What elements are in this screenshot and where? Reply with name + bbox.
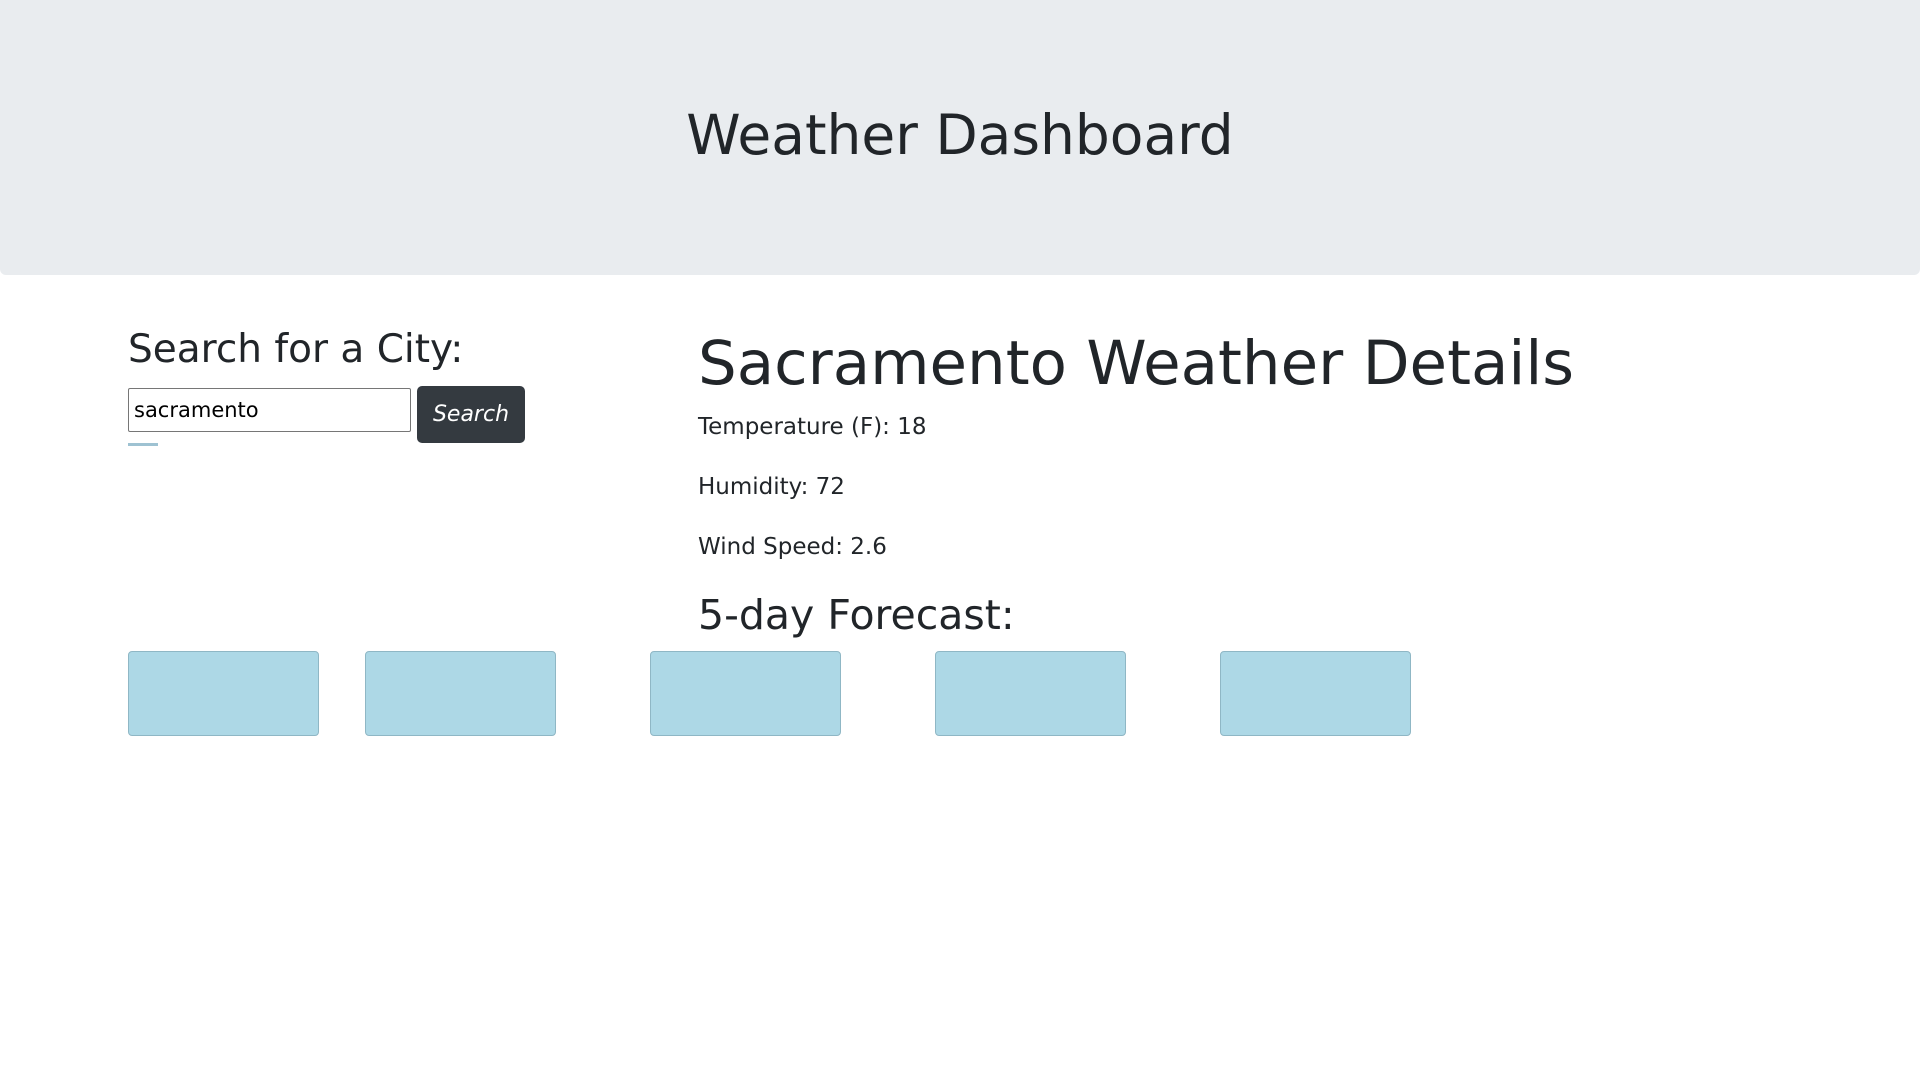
- wind-speed-text: Wind Speed: 2.6: [698, 534, 887, 560]
- search-heading: Search for a City:: [128, 327, 464, 372]
- forecast-heading: 5-day Forecast:: [698, 591, 1015, 639]
- city-search-input[interactable]: [128, 388, 411, 432]
- weather-details-title: Sacramento Weather Details: [698, 328, 1575, 399]
- forecast-card-day-1: [128, 651, 319, 736]
- page-title: Weather Dashboard: [686, 103, 1234, 167]
- forecast-card-day-5: [1220, 651, 1411, 736]
- header-banner: Weather Dashboard: [0, 0, 1920, 275]
- search-history-indicator: [128, 443, 158, 446]
- weather-dashboard-page: Weather Dashboard Search for a City: Sea…: [0, 0, 1920, 1080]
- forecast-card-day-3: [650, 651, 841, 736]
- search-button[interactable]: Search: [417, 386, 525, 443]
- forecast-card-day-2: [365, 651, 556, 736]
- humidity-text: Humidity: 72: [698, 474, 845, 500]
- forecast-card-day-4: [935, 651, 1126, 736]
- temperature-text: Temperature (F): 18: [698, 414, 927, 440]
